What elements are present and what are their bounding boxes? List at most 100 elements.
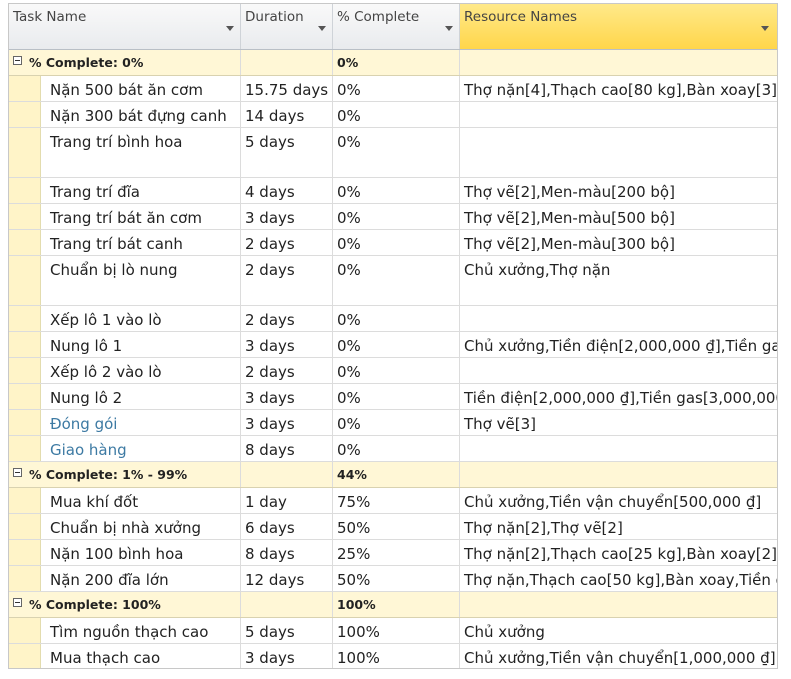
task-name[interactable]: Tìm nguồn thạch cao xyxy=(9,618,241,643)
task-percent[interactable]: 100% xyxy=(333,618,460,643)
task-percent[interactable]: 75% xyxy=(333,488,460,513)
task-name[interactable]: Trang trí bát canh xyxy=(9,230,241,255)
task-duration[interactable]: 3 days xyxy=(241,384,333,409)
table-row[interactable]: Nung lô 1 3 days 0% Chủ xưởng,Tiền điện[… xyxy=(9,332,777,358)
table-row[interactable]: Chuẩn bị lò nung 2 days 0% Chủ xưởng,Thợ… xyxy=(9,256,777,306)
collapse-icon[interactable] xyxy=(13,56,22,65)
table-row[interactable]: Mua khí đốt 1 day 75% Chủ xưởng,Tiền vận… xyxy=(9,488,777,514)
table-row[interactable]: Nung lô 2 3 days 0% Tiền điện[2,000,000 … xyxy=(9,384,777,410)
task-name[interactable]: Giao hàng xyxy=(9,436,241,461)
task-percent[interactable]: 0% xyxy=(333,128,460,177)
task-name[interactable]: Trang trí đĩa xyxy=(9,178,241,203)
task-duration[interactable]: 15.75 days xyxy=(241,76,333,101)
task-duration[interactable]: 1 day xyxy=(241,488,333,513)
task-name[interactable]: Nặn 300 bát đựng canh xyxy=(9,102,241,127)
table-row[interactable]: Trang trí bát ăn cơm 3 days 0% Thợ vẽ[2]… xyxy=(9,204,777,230)
task-percent[interactable]: 0% xyxy=(333,436,460,461)
task-percent[interactable]: 100% xyxy=(333,644,460,668)
table-row[interactable]: Nặn 500 bát ăn cơm 15.75 days 0% Thợ nặn… xyxy=(9,76,777,102)
column-header-duration[interactable]: Duration xyxy=(241,4,333,49)
table-row[interactable]: Xếp lô 1 vào lò 2 days 0% xyxy=(9,306,777,332)
task-name[interactable]: Nặn 200 đĩa lớn xyxy=(9,566,241,591)
task-resources[interactable]: Thợ vẽ[3] xyxy=(460,410,777,435)
table-row[interactable]: Giao hàng 8 days 0% xyxy=(9,436,777,462)
dropdown-arrow-icon[interactable] xyxy=(445,26,453,31)
task-resources[interactable] xyxy=(460,102,777,127)
task-resources[interactable]: Thợ nặn,Thạch cao[50 kg],Bàn xoay,Tiền đ xyxy=(460,566,777,591)
task-resources[interactable]: Thợ vẽ[2],Men-màu[300 bộ] xyxy=(460,230,777,255)
table-row[interactable]: Đóng gói 3 days 0% Thợ vẽ[3] xyxy=(9,410,777,436)
task-name[interactable]: Xếp lô 2 vào lò xyxy=(9,358,241,383)
table-row[interactable]: Nặn 200 đĩa lớn 12 days 50% Thợ nặn,Thạc… xyxy=(9,566,777,592)
task-percent[interactable]: 0% xyxy=(333,102,460,127)
task-percent[interactable]: 0% xyxy=(333,230,460,255)
task-duration[interactable]: 2 days xyxy=(241,256,333,305)
task-percent[interactable]: 50% xyxy=(333,566,460,591)
task-percent[interactable]: 0% xyxy=(333,384,460,409)
group-row[interactable]: % Complete: 0% 0% xyxy=(9,50,777,76)
task-name[interactable]: Chuẩn bị nhà xưởng xyxy=(9,514,241,539)
task-name[interactable]: Trang trí bình hoa xyxy=(9,128,241,177)
task-duration[interactable]: 4 days xyxy=(241,178,333,203)
task-name[interactable]: Nung lô 2 xyxy=(9,384,241,409)
dropdown-arrow-icon[interactable] xyxy=(318,26,326,31)
task-name[interactable]: Đóng gói xyxy=(9,410,241,435)
task-resources[interactable]: Thợ vẽ[2],Men-màu[200 bộ] xyxy=(460,178,777,203)
task-duration[interactable]: 6 days xyxy=(241,514,333,539)
task-resources[interactable]: Tiền điện[2,000,000 ₫],Tiền gas[3,000,00… xyxy=(460,384,777,409)
collapse-icon[interactable] xyxy=(13,598,22,607)
task-duration[interactable]: 2 days xyxy=(241,358,333,383)
task-name[interactable]: Nặn 500 bát ăn cơm xyxy=(9,76,241,101)
task-percent[interactable]: 0% xyxy=(333,178,460,203)
task-percent[interactable]: 0% xyxy=(333,410,460,435)
task-duration[interactable]: 5 days xyxy=(241,618,333,643)
column-header-percent-complete[interactable]: % Complete xyxy=(333,4,460,49)
task-name[interactable]: Mua thạch cao xyxy=(9,644,241,668)
task-name[interactable]: Xếp lô 1 vào lò xyxy=(9,306,241,331)
task-resources[interactable]: Chủ xưởng,Tiền vận chuyển[1,000,000 ₫] xyxy=(460,644,777,668)
group-row[interactable]: % Complete: 100% 100% xyxy=(9,592,777,618)
task-percent[interactable]: 0% xyxy=(333,76,460,101)
table-row[interactable]: Trang trí bát canh 2 days 0% Thợ vẽ[2],M… xyxy=(9,230,777,256)
task-duration[interactable]: 2 days xyxy=(241,306,333,331)
table-row[interactable]: Trang trí đĩa 4 days 0% Thợ vẽ[2],Men-mà… xyxy=(9,178,777,204)
task-resources[interactable]: Thợ nặn[2],Thạch cao[25 kg],Bàn xoay[2], xyxy=(460,540,777,565)
table-row[interactable]: Mua thạch cao 3 days 100% Chủ xưởng,Tiền… xyxy=(9,644,777,668)
task-resources[interactable] xyxy=(460,358,777,383)
task-resources[interactable]: Thợ nặn[4],Thạch cao[80 kg],Bàn xoay[3], xyxy=(460,76,777,101)
task-name[interactable]: Nặn 100 bình hoa xyxy=(9,540,241,565)
task-duration[interactable]: 2 days xyxy=(241,230,333,255)
task-resources[interactable] xyxy=(460,128,777,177)
task-duration[interactable]: 3 days xyxy=(241,410,333,435)
table-row[interactable]: Trang trí bình hoa 5 days 0% xyxy=(9,128,777,178)
table-row[interactable]: Xếp lô 2 vào lò 2 days 0% xyxy=(9,358,777,384)
task-resources[interactable] xyxy=(460,306,777,331)
task-duration[interactable]: 12 days xyxy=(241,566,333,591)
task-resources[interactable] xyxy=(460,436,777,461)
task-resources[interactable]: Thợ vẽ[2],Men-màu[500 bộ] xyxy=(460,204,777,229)
collapse-icon[interactable] xyxy=(13,468,22,477)
task-resources[interactable]: Chủ xưởng,Tiền vận chuyển[500,000 ₫] xyxy=(460,488,777,513)
task-percent[interactable]: 0% xyxy=(333,306,460,331)
column-header-task-name[interactable]: Task Name xyxy=(9,4,241,49)
task-duration[interactable]: 3 days xyxy=(241,332,333,357)
task-resources[interactable]: Chủ xưởng,Thợ nặn xyxy=(460,256,777,305)
task-duration[interactable]: 14 days xyxy=(241,102,333,127)
table-row[interactable]: Tìm nguồn thạch cao 5 days 100% Chủ xưởn… xyxy=(9,618,777,644)
dropdown-arrow-icon[interactable] xyxy=(761,26,769,31)
task-resources[interactable]: Thợ nặn[2],Thợ vẽ[2] xyxy=(460,514,777,539)
task-duration[interactable]: 8 days xyxy=(241,436,333,461)
task-name[interactable]: Mua khí đốt xyxy=(9,488,241,513)
group-row[interactable]: % Complete: 1% - 99% 44% xyxy=(9,462,777,488)
column-header-resource-names[interactable]: Resource Names xyxy=(460,4,777,49)
task-percent[interactable]: 0% xyxy=(333,204,460,229)
task-percent[interactable]: 25% xyxy=(333,540,460,565)
task-duration[interactable]: 3 days xyxy=(241,644,333,668)
task-percent[interactable]: 0% xyxy=(333,256,460,305)
table-row[interactable]: Nặn 300 bát đựng canh 14 days 0% xyxy=(9,102,777,128)
task-name[interactable]: Chuẩn bị lò nung xyxy=(9,256,241,305)
task-percent[interactable]: 0% xyxy=(333,358,460,383)
task-resources[interactable]: Chủ xưởng,Tiền điện[2,000,000 ₫],Tiền ga xyxy=(460,332,777,357)
task-duration[interactable]: 8 days xyxy=(241,540,333,565)
task-percent[interactable]: 0% xyxy=(333,332,460,357)
